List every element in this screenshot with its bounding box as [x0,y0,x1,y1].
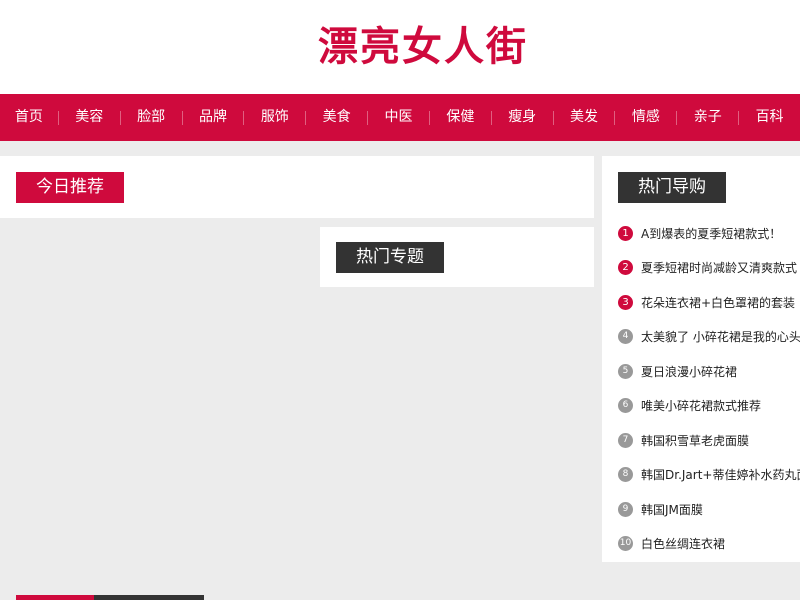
hot-guide-list: 1 A到爆表的夏季短裙款式！ 2 夏季短裙时尚减龄又清爽款式 3 花朵连衣裙+白… [618,216,800,561]
hot-item-link[interactable]: 夏日浪漫小碎花裙 [641,363,737,380]
rank-badge: 1 [618,225,633,241]
hot-topics-title: 热门专题 [336,242,444,273]
hot-item-link[interactable]: A到爆表的夏季短裙款式！ [641,225,781,242]
hot-item-link[interactable]: 夏季短裙时尚减龄又清爽款式 [641,259,797,276]
nav-item-slimming[interactable]: 瘦身 [492,94,553,141]
site-header: 漂亮女人街 [0,0,800,94]
hot-item-link[interactable]: 韩国Dr.Jart+蒂佳婷补水药丸面膜 [641,466,800,483]
rank-badge: 6 [618,398,633,414]
rank-badge: 5 [618,363,633,379]
hot-topics-panel: 热门专题 [320,227,594,287]
rank-badge: 3 [618,294,633,310]
rank-badge: 8 [618,467,633,483]
rank-badge: 10 [618,536,633,552]
hot-list-item[interactable]: 3 花朵连衣裙+白色罩裙的套装 [618,285,800,320]
section-title-bar-dark [94,595,204,600]
site-logo[interactable]: 漂亮女人街 [318,22,536,72]
nav-item-fashion[interactable]: 服饰 [244,94,305,141]
hot-list-item[interactable]: 10 白色丝绸连衣裙 [618,527,800,562]
hot-list-item[interactable]: 9 韩国JM面膜 [618,492,800,527]
nav-item-health[interactable]: 保健 [430,94,491,141]
hot-item-link[interactable]: 太美貌了 小碎花裙是我的心头好 [641,328,800,345]
rank-badge: 2 [618,260,633,276]
rank-badge: 7 [618,432,633,448]
nav-item-brand[interactable]: 品牌 [183,94,244,141]
nav-item-emotion[interactable]: 情感 [615,94,676,141]
nav-item-parenting[interactable]: 亲子 [677,94,738,141]
hot-guide-panel: 热门导购 1 A到爆表的夏季短裙款式！ 2 夏季短裙时尚减龄又清爽款式 3 花朵… [602,156,800,562]
hot-item-link[interactable]: 韩国JM面膜 [641,501,703,518]
nav-item-beauty[interactable]: 美容 [59,94,120,141]
nav-item-home[interactable]: 首页 [0,94,58,141]
hot-list-item[interactable]: 2 夏季短裙时尚减龄又清爽款式 [618,251,800,286]
nav-item-encyclopedia[interactable]: 百科 [739,94,800,141]
main-nav: 首页 美容 脸部 品牌 服饰 美食 中医 保健 瘦身 美发 情感 亲子 百科 [0,94,800,141]
rank-badge: 9 [618,501,633,517]
hot-list-item[interactable]: 8 韩国Dr.Jart+蒂佳婷补水药丸面膜 [618,458,800,493]
nav-list: 首页 美容 脸部 品牌 服饰 美食 中医 保健 瘦身 美发 情感 亲子 百科 [0,94,800,141]
hot-list-item[interactable]: 6 唯美小碎花裙款式推荐 [618,389,800,424]
hot-item-link[interactable]: 唯美小碎花裙款式推荐 [641,397,761,414]
hot-item-link[interactable]: 韩国积雪草老虎面膜 [641,432,749,449]
nav-item-food[interactable]: 美食 [306,94,367,141]
section-title-bar-accent [16,595,94,600]
hot-guide-title: 热门导购 [618,172,726,203]
today-recommend-panel: 今日推荐 [0,156,594,218]
hot-item-link[interactable]: 花朵连衣裙+白色罩裙的套装 [641,294,795,311]
hot-list-item[interactable]: 4 太美貌了 小碎花裙是我的心头好 [618,320,800,355]
today-recommend-title: 今日推荐 [16,172,124,203]
hot-list-item[interactable]: 1 A到爆表的夏季短裙款式！ [618,216,800,251]
nav-item-face[interactable]: 脸部 [121,94,182,141]
hot-list-item[interactable]: 7 韩国积雪草老虎面膜 [618,423,800,458]
nav-item-hair[interactable]: 美发 [554,94,615,141]
rank-badge: 4 [618,329,633,345]
hot-list-item[interactable]: 5 夏日浪漫小碎花裙 [618,354,800,389]
hot-item-link[interactable]: 白色丝绸连衣裙 [641,535,725,552]
nav-item-tcm[interactable]: 中医 [368,94,429,141]
